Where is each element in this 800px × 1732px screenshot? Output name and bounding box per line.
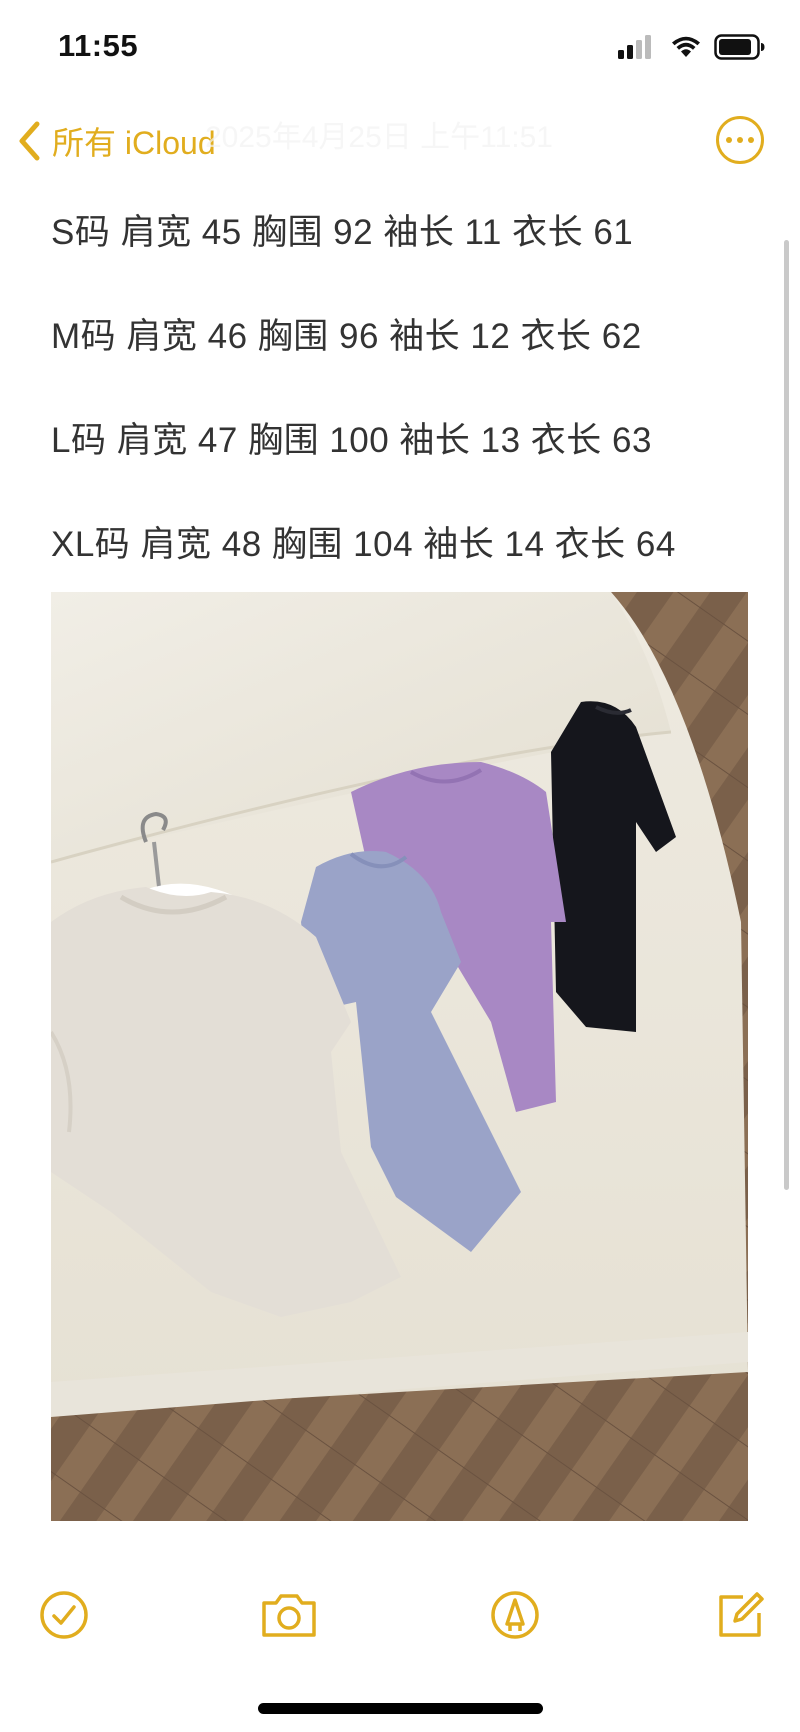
scroll-indicator[interactable] [784,240,789,1190]
back-label: 所有 iCloud [52,125,216,161]
note-line-l: L码 肩宽 47 胸围 100 袖长 13 衣长 63 [51,421,652,460]
battery-icon [714,34,765,60]
cellular-signal-icon [618,35,651,59]
tshirts-photo-illustration [51,592,748,1521]
note-line-s: S码 肩宽 45 胸围 92 袖长 11 衣长 61 [51,213,634,252]
status-time: 11:55 [58,28,139,63]
note-date: 2025年4月25日 上午11:51 [205,121,553,154]
nav-bar: 所有 iCloud 2025年4月25日 上午11:51 [0,110,800,172]
compose-button[interactable] [713,1588,767,1642]
camera-button[interactable] [259,1588,319,1642]
markup-button[interactable] [488,1588,542,1642]
compose-icon [719,1592,764,1637]
note-photo[interactable] [51,592,748,1521]
note-body[interactable]: S码 肩宽 45 胸围 92 袖长 11 衣长 61 M码 肩宽 46 胸围 9… [51,208,751,624]
more-icon-dot [726,137,732,143]
bottom-toolbar [0,1580,800,1650]
more-icon-dot [737,137,743,143]
status-icons [618,34,766,60]
more-button[interactable] [716,116,764,164]
wifi-icon [672,36,700,57]
checklist-button[interactable] [37,1588,91,1642]
back-button[interactable]: 所有 iCloud [16,118,216,164]
home-indicator[interactable] [258,1703,543,1714]
markup-pen-icon [491,1591,539,1639]
checklist-icon [40,1591,88,1639]
status-bar: 11:55 [0,0,800,100]
more-icon-dot [748,137,754,143]
note-line-m: M码 肩宽 46 胸围 96 袖长 12 衣长 62 [51,317,642,356]
camera-icon [262,1594,316,1637]
chevron-left-icon [19,121,40,161]
